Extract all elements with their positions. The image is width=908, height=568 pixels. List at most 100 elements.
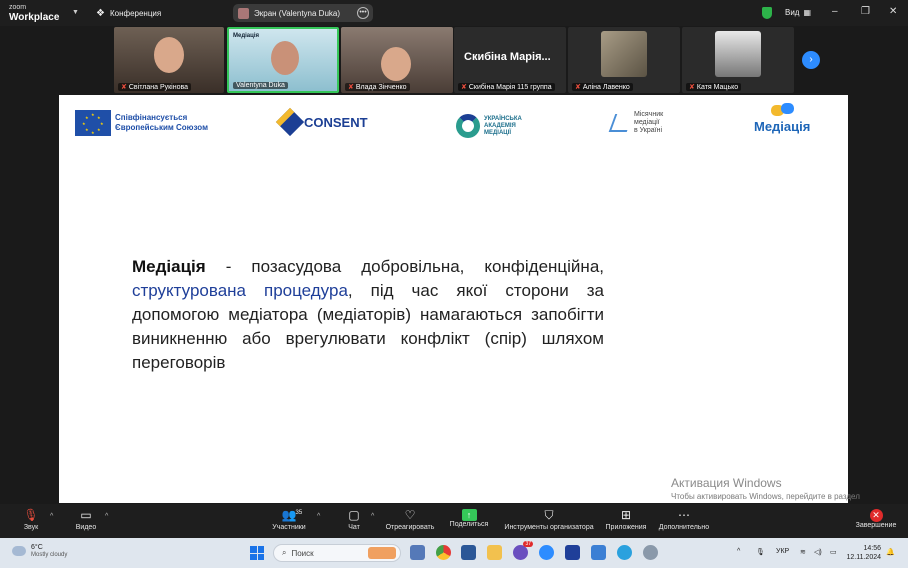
clock-time: 14:56 bbox=[863, 545, 881, 552]
weather-widget[interactable]: 6°C Mostly cloudy bbox=[12, 543, 67, 558]
participant-tile[interactable]: Скибіна Марія... ✘ Скибіна Марія 115 гру… bbox=[454, 27, 566, 93]
month-line1: Місячник bbox=[634, 111, 664, 118]
title-bar: zoom Workplace ▼ ❖ Конференция Экран (Va… bbox=[0, 0, 908, 26]
mic-off-icon: ✘ bbox=[121, 84, 127, 91]
close-icon: ✕ bbox=[869, 509, 883, 522]
windows-taskbar: 6°C Mostly cloudy ⌕ Поиск 37 ^ 🎙 УКР ≋ ◁… bbox=[0, 538, 908, 568]
search-highlight-icon bbox=[368, 547, 396, 559]
consent-logo: CONSENT bbox=[275, 107, 368, 137]
paw-icon: ❖ bbox=[96, 8, 105, 19]
share-arrow-icon: ↑ bbox=[461, 509, 477, 521]
minimize-icon[interactable]: – bbox=[832, 6, 838, 17]
participant-label: ✘ Влада Зінченко bbox=[345, 83, 410, 91]
participant-tile[interactable]: ✘ Катя Мацько bbox=[682, 27, 794, 93]
next-page-button[interactable]: › bbox=[802, 51, 820, 69]
settings-icon[interactable] bbox=[643, 545, 658, 560]
people-icon: 👥 35 bbox=[282, 507, 303, 524]
month-line2: медіації bbox=[634, 119, 660, 126]
participant-tile[interactable]: ✘ Влада Зінченко bbox=[341, 27, 453, 93]
month-mark-icon bbox=[608, 114, 634, 132]
mic-off-icon: 🎙 bbox=[23, 508, 39, 522]
more-button[interactable]: ⋯ Дополнительно bbox=[644, 507, 724, 531]
participant-tile[interactable]: ✘ Аліна Лавенко bbox=[568, 27, 680, 93]
participant-video bbox=[381, 47, 411, 81]
viber-icon[interactable]: 37 bbox=[513, 541, 533, 560]
participant-label: ✘ Аліна Лавенко bbox=[572, 83, 633, 91]
participant-video bbox=[154, 37, 184, 73]
clock[interactable]: 14:56 12.11.2024 bbox=[845, 544, 881, 562]
mic-off-icon: ✘ bbox=[689, 84, 695, 91]
mediation-month-logo: Місячник медіації в Україні bbox=[608, 111, 664, 135]
uam-line3: МЕДІАЦІЇ bbox=[484, 129, 511, 136]
apps-icon: ⊞ bbox=[620, 508, 632, 522]
language-indicator[interactable]: УКР bbox=[776, 548, 789, 555]
shield-icon[interactable] bbox=[762, 7, 772, 19]
l-app-icon[interactable] bbox=[565, 545, 580, 560]
participant-tile[interactable]: ✘ Світлана Рукінова bbox=[114, 27, 224, 93]
participant-tile-active[interactable]: Медіація Valentyna Duka bbox=[227, 27, 339, 93]
wifi-icon[interactable]: ≋ bbox=[800, 548, 806, 556]
folder-icon[interactable] bbox=[487, 545, 502, 560]
zoom-window: zoom Workplace ▼ ❖ Конференция Экран (Va… bbox=[0, 0, 908, 568]
consent-mark-icon bbox=[275, 107, 305, 137]
word-icon[interactable] bbox=[461, 545, 476, 560]
definition-part1: - позасудова добровільна, конфіденційна, bbox=[205, 257, 604, 276]
end-label: Завершение bbox=[855, 522, 897, 529]
close-icon[interactable]: ✕ bbox=[889, 6, 897, 17]
telegram-icon[interactable] bbox=[617, 545, 632, 560]
mediation-logo-text: Медіація bbox=[754, 119, 811, 134]
eu-logo: ★ ★ ★ ★ ★ ★ ★ ★ Співфінансується Європейським… bbox=[75, 110, 208, 136]
view-menu[interactable]: Вид ▦ bbox=[785, 8, 811, 17]
notification-icon[interactable]: 🔔 bbox=[886, 548, 895, 556]
participant-label: ✘ Катя Мацько bbox=[686, 83, 742, 91]
participant-label: ✘ Скибіна Марія 115 группа bbox=[458, 83, 555, 91]
definition-text: Медіація - позасудова добровільна, конфі… bbox=[132, 255, 604, 375]
end-meeting-button[interactable]: ✕ Завершение bbox=[836, 507, 908, 529]
chat-label: Чат bbox=[348, 524, 360, 531]
chrome-icon[interactable] bbox=[436, 545, 451, 560]
video-button[interactable]: ▭ Видео bbox=[46, 507, 126, 531]
presenter-avatar bbox=[238, 7, 249, 19]
zoom-logo[interactable]: zoom Workplace bbox=[9, 3, 59, 23]
participant-label: Valentyna Duka bbox=[233, 82, 288, 89]
file-manager-icon[interactable] bbox=[410, 545, 425, 560]
chevron-right-icon: › bbox=[809, 54, 813, 65]
eu-logo-line2: Європейським Союзом bbox=[115, 123, 208, 132]
shield-icon: ⛉ bbox=[544, 508, 554, 522]
eu-flag-icon: ★ ★ ★ ★ ★ ★ ★ ★ bbox=[75, 110, 111, 136]
chevron-down-icon[interactable]: ▼ bbox=[72, 9, 79, 16]
view-label: Вид bbox=[785, 8, 800, 17]
maximize-icon[interactable]: ❐ bbox=[861, 6, 870, 17]
clock-date: 12.11.2024 bbox=[846, 554, 881, 561]
screen-share-indicator[interactable]: Экран (Valentyna Duka) ••• bbox=[233, 4, 373, 22]
apps-label: Приложения bbox=[605, 524, 647, 531]
participants-count: 35 bbox=[295, 510, 303, 516]
share-screen-button[interactable]: ↑ Поделиться bbox=[429, 507, 509, 528]
taskbar-search[interactable]: ⌕ Поиск bbox=[273, 544, 401, 562]
consent-logo-text: CONSENT bbox=[304, 114, 368, 130]
highlight-term: структурована процедура bbox=[132, 281, 348, 300]
search-icon: ⌕ bbox=[282, 548, 287, 557]
chevron-up-icon[interactable]: ^ bbox=[105, 513, 108, 520]
host-tools-label: Инструменты организатора bbox=[504, 524, 594, 531]
camera-icon: ▭ bbox=[80, 508, 92, 522]
speech-bubbles-icon bbox=[767, 103, 797, 119]
battery-icon[interactable]: ▭ bbox=[830, 548, 837, 556]
volume-icon[interactable]: ◁) bbox=[814, 548, 822, 556]
participant-big-name: Скибіна Марія... bbox=[464, 51, 551, 63]
app-icon[interactable] bbox=[591, 545, 606, 560]
host-tools-button[interactable]: ⛉ Инструменты организатора bbox=[504, 507, 593, 531]
participant-avatar bbox=[715, 31, 761, 77]
temperature: 6°C bbox=[31, 544, 43, 551]
participants-label: Участники bbox=[272, 524, 306, 531]
participant-label: ✘ Світлана Рукінова bbox=[118, 83, 192, 91]
term: Медіація bbox=[132, 257, 206, 276]
mic-icon[interactable]: 🎙 bbox=[756, 548, 765, 556]
participant-avatar bbox=[601, 31, 647, 77]
more-icon[interactable]: ••• bbox=[357, 7, 369, 19]
conference-menu[interactable]: ❖ Конференция bbox=[96, 7, 161, 20]
zoom-icon[interactable] bbox=[539, 545, 554, 560]
share-label: Экран (Valentyna Duka) bbox=[254, 8, 341, 18]
windows-start-icon[interactable] bbox=[250, 546, 264, 560]
chevron-up-icon[interactable]: ^ bbox=[737, 548, 740, 555]
